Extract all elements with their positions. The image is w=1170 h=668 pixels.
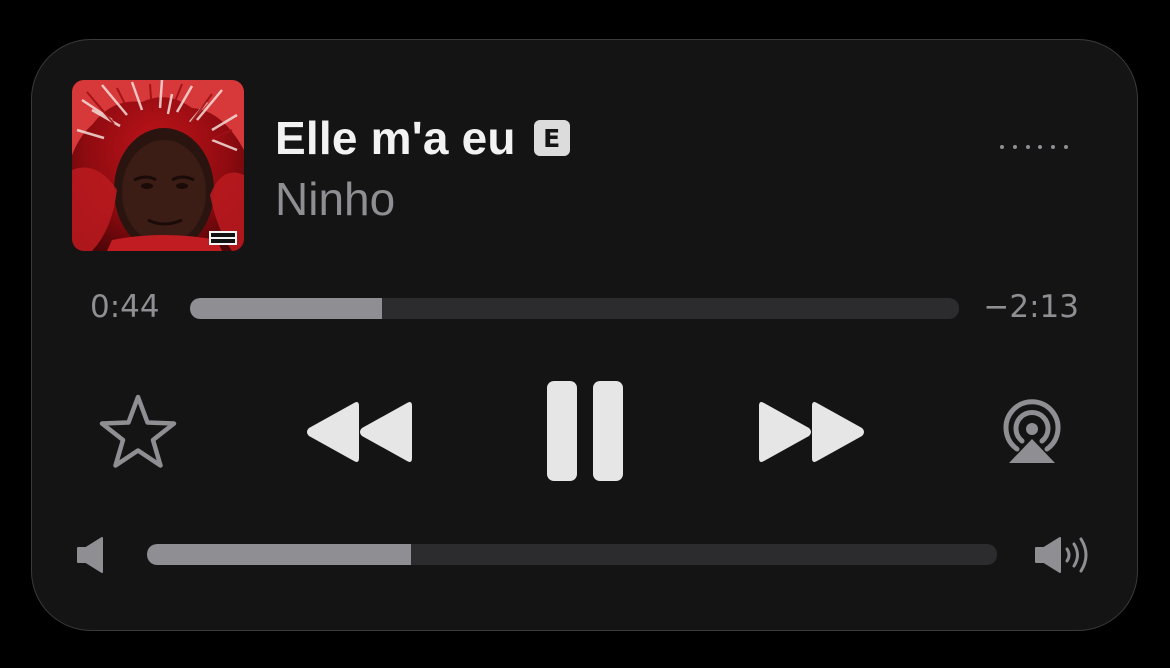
- play-pause-button[interactable]: [546, 380, 624, 482]
- artist-name[interactable]: Ninho: [275, 172, 395, 226]
- ellipsis-icon: [1038, 145, 1043, 149]
- previous-track-button[interactable]: [305, 400, 415, 464]
- volume-level-fill: [147, 544, 411, 565]
- favorite-button[interactable]: [98, 393, 178, 469]
- rewind-icon: [307, 402, 412, 462]
- ellipsis-icon: [1025, 145, 1030, 149]
- title-row: Elle m'a eu E: [275, 110, 570, 166]
- remaining-time: −2:13: [983, 289, 1079, 325]
- ellipsis-icon: [1000, 145, 1004, 149]
- explicit-badge: E: [533, 120, 570, 156]
- ellipsis-icon: [1012, 145, 1017, 149]
- elapsed-time: 0:44: [90, 289, 160, 325]
- speaker-high-icon: [1035, 537, 1088, 573]
- volume-min-button[interactable]: [76, 536, 106, 574]
- playback-progress-fill: [190, 298, 383, 319]
- airplay-button[interactable]: [997, 397, 1067, 465]
- volume-max-button[interactable]: [1034, 536, 1094, 574]
- ellipsis-icon: [1051, 145, 1056, 149]
- song-title: Elle m'a eu: [275, 112, 516, 164]
- playback-scrubber[interactable]: [190, 298, 959, 319]
- album-artwork[interactable]: [72, 80, 244, 251]
- star-outline-icon: [99, 394, 177, 468]
- next-track-button[interactable]: [756, 400, 866, 464]
- fast-forward-icon: [759, 402, 864, 462]
- more-options-button[interactable]: [1000, 140, 1068, 154]
- ellipsis-icon: [1063, 145, 1068, 149]
- volume-slider[interactable]: [147, 544, 997, 565]
- album-artwork-image: [72, 80, 244, 251]
- airplay-audio-icon: [1003, 399, 1061, 463]
- speaker-low-icon: [77, 537, 103, 573]
- pause-icon: [547, 381, 623, 481]
